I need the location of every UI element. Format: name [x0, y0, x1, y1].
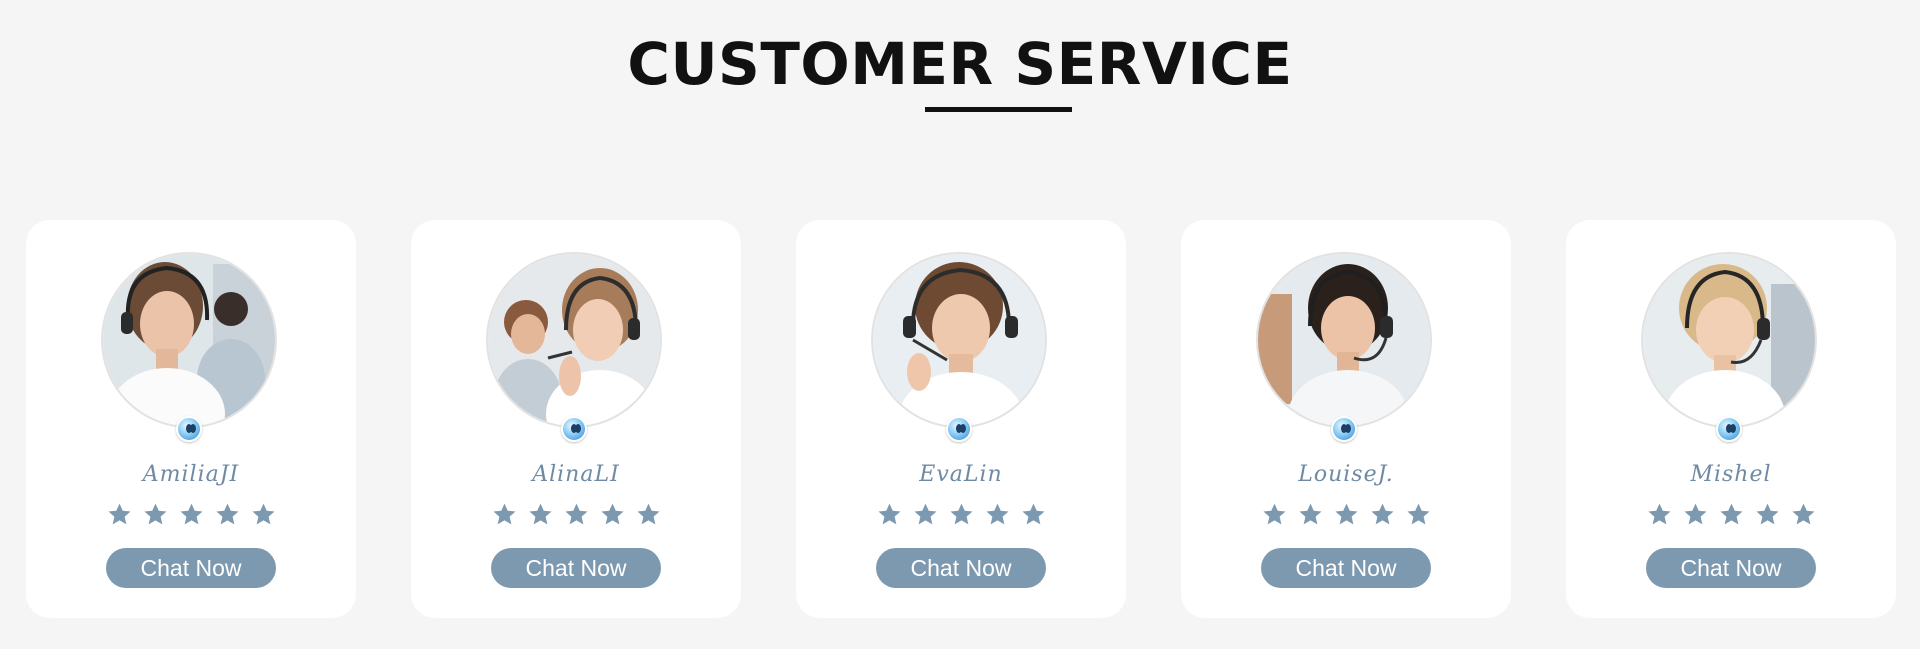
agent-card: AlinaLI Chat Now	[411, 220, 741, 618]
star-icon	[1755, 503, 1779, 525]
agent-avatar[interactable]	[871, 252, 1047, 428]
rating-stars	[411, 502, 741, 527]
agent-card: EvaLin Chat Now	[796, 220, 1126, 618]
qq-penguin-icon[interactable]	[1716, 416, 1742, 442]
agent-card: Mishel Chat Now	[1566, 220, 1896, 618]
chat-now-button[interactable]: Chat Now	[106, 548, 276, 588]
agent-avatar[interactable]	[101, 252, 277, 428]
rating-stars	[1181, 502, 1511, 527]
qq-penguin-icon[interactable]	[176, 416, 202, 442]
star-icon	[1298, 503, 1322, 525]
rating-stars	[1566, 502, 1896, 527]
agent-avatar[interactable]	[1256, 252, 1432, 428]
qq-penguin-icon[interactable]	[561, 416, 587, 442]
star-icon	[564, 503, 588, 525]
star-icon	[1334, 503, 1358, 525]
star-icon	[1262, 503, 1286, 525]
page-title: CUSTOMER SERVICE	[627, 30, 1293, 98]
star-icon	[600, 503, 624, 525]
star-icon	[877, 503, 901, 525]
star-icon	[636, 503, 660, 525]
agent-name: Mishel	[1690, 462, 1772, 487]
star-icon	[492, 503, 516, 525]
star-icon	[913, 503, 937, 525]
qq-penguin-icon[interactable]	[1331, 416, 1357, 442]
star-icon	[1370, 503, 1394, 525]
chat-now-button[interactable]: Chat Now	[1261, 548, 1431, 588]
agent-name: LouiseJ.	[1298, 462, 1394, 487]
qq-penguin-icon[interactable]	[946, 416, 972, 442]
star-icon	[215, 503, 239, 525]
star-icon	[1719, 503, 1743, 525]
agent-card: LouiseJ. Chat Now	[1181, 220, 1511, 618]
chat-now-button[interactable]: Chat Now	[491, 548, 661, 588]
star-icon	[179, 503, 203, 525]
star-icon	[1406, 503, 1430, 525]
title-underline	[925, 107, 1072, 112]
star-icon	[528, 503, 552, 525]
star-icon	[1021, 503, 1045, 525]
agent-name: EvaLin	[919, 462, 1003, 487]
star-icon	[949, 503, 973, 525]
agent-name: AlinaLI	[532, 462, 620, 487]
agent-avatar[interactable]	[1641, 252, 1817, 428]
chat-now-button[interactable]: Chat Now	[1646, 548, 1816, 588]
agent-name: AmiliaJI	[142, 462, 240, 487]
rating-stars	[26, 502, 356, 527]
agent-card: AmiliaJI Chat Now	[26, 220, 356, 618]
agent-avatar[interactable]	[486, 252, 662, 428]
star-icon	[107, 503, 131, 525]
star-icon	[985, 503, 1009, 525]
star-icon	[143, 503, 167, 525]
star-icon	[1791, 503, 1815, 525]
star-icon	[1683, 503, 1707, 525]
agent-card-list: AmiliaJI Chat Now AlinaLI Chat Now EvaLi…	[26, 220, 1896, 618]
star-icon	[1647, 503, 1671, 525]
rating-stars	[796, 502, 1126, 527]
chat-now-button[interactable]: Chat Now	[876, 548, 1046, 588]
star-icon	[251, 503, 275, 525]
